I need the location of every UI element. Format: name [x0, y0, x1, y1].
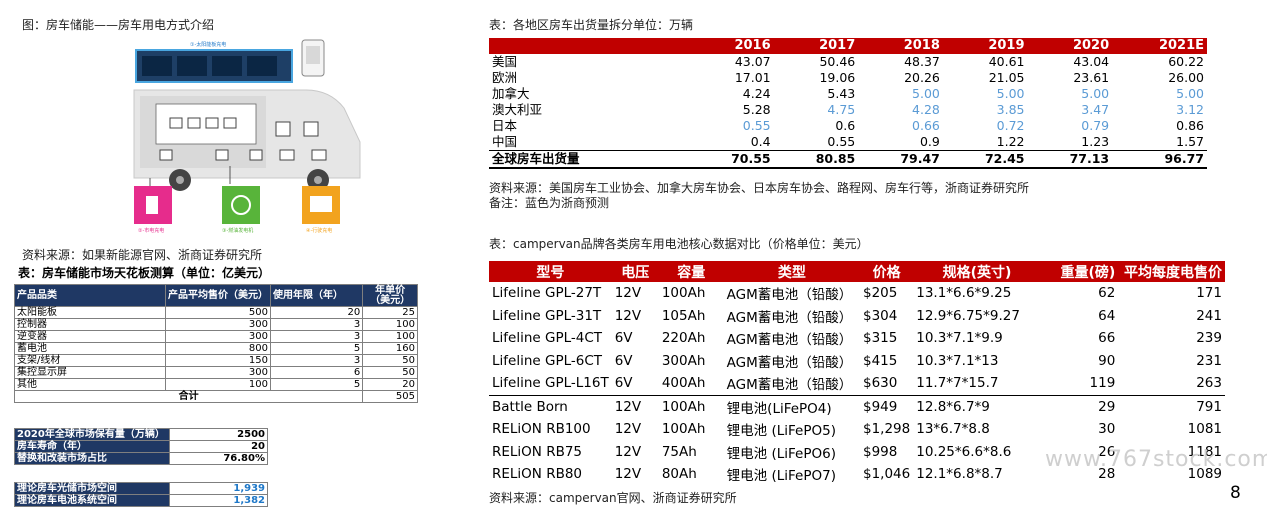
year-2019: 2019: [942, 38, 1028, 54]
diagram-source: 资料来源：如果新能源官网、浙商证券研究所: [22, 248, 263, 262]
shipment-note: 备注：蓝色为浙商预测: [489, 196, 610, 210]
header-weight: 重量(磅): [1040, 261, 1119, 282]
watermark: www.767stock.com: [1045, 447, 1267, 472]
table-row: Lifeline GPL-31T 12V 105Ah AGM蓄电池（铅酸） $304 12…: [492, 307, 1222, 326]
header-years: 使用年限（年）: [269, 284, 364, 307]
space-table: 理论房车光储市场空间 1,939 理论房车电池系统空间 1,382: [14, 482, 269, 507]
year-2016: 2016: [689, 38, 774, 54]
diagram-caption: 图：房车储能——房车用电方式介绍: [22, 18, 215, 32]
year-2017: 2017: [773, 38, 859, 54]
table-row: 其他 100 5 20: [14, 378, 418, 391]
ceiling-table-title: 表：房车储能市场天花板测算（单位：亿美元）: [18, 266, 271, 280]
table-row: 美国 43.07 50.46 48.37 40.61 43.04 60.22: [492, 54, 1204, 69]
header-price-per-kwh: 平均每度电售价: [1118, 261, 1225, 282]
header-avg-price: 产品平均售价（美元）: [164, 284, 271, 307]
year-2021e: 2021E: [1112, 38, 1207, 54]
market-table: 2020年全球市场保有量（万辆） 2500 房车寿命（年） 20 替换和改装市场占比…: [14, 428, 269, 465]
table-row: 欧洲 17.01 19.06 20.26 21.05 23.61 26.00: [492, 70, 1204, 85]
header-category: 产品品类: [14, 284, 166, 307]
ceiling-table: 产品品类 产品平均售价（美元） 使用年限（年） 年单价（美元） 太阳能板 500 2…: [13, 284, 418, 403]
shipment-title: 表：各地区房车出货量拆分单位：万辆: [489, 18, 694, 32]
table-row: Lifeline GPL-L16T 6V 400Ah AGM蓄电池（铅酸） $630 11…: [489, 372, 1225, 396]
year-2018: 2018: [858, 38, 943, 54]
generator-icon: [222, 186, 260, 224]
table-row: Lifeline GPL-6CT 6V 300Ah AGM蓄电池（铅酸） $415 10.…: [492, 352, 1222, 371]
grid-label: ②-市电充电: [138, 227, 164, 234]
generator-label: ③-燃油发电机: [222, 227, 253, 234]
table-total-row: 合计 505: [13, 390, 418, 403]
header-voltage: 电压: [611, 261, 659, 282]
table-row: 加拿大 4.24 5.43 5.00 5.00 5.00 5.00: [492, 86, 1204, 101]
shipment-total-row: 全球房车出货量 70.55 80.85 79.47 72.45 77.13 96…: [489, 150, 1207, 169]
page-number: 8: [1230, 483, 1241, 503]
rv-power-diagram: ①-太阳能板充电 ②-市电充电 ③-燃油发电机 ④-行驶充电: [133, 39, 361, 234]
table-row: 逆变器 300 3 100: [14, 330, 418, 343]
table-row: 澳大利亚 5.28 4.75 4.28 3.85 3.47 3.12: [492, 102, 1204, 117]
header-size: 规格(英寸): [913, 261, 1041, 282]
shipment-table: 2016 2017 2018 2019 2020 2021E 美国 43.07 50…: [489, 38, 1207, 169]
table-row: Battle Born 12V 100Ah 锂电池(LiFePO4) $949 12.8*…: [492, 398, 1222, 417]
market-row: 房车寿命（年） 20: [14, 440, 269, 453]
driving-label: ④-行驶充电: [306, 227, 332, 234]
market-row: 2020年全球市场保有量（万辆） 2500: [14, 428, 269, 441]
market-row: 替换和改装市场占比 76.80%: [14, 452, 269, 465]
year-2020: 2020: [1027, 38, 1113, 54]
battery-source: 资料来源：campervan官网、浙商证券研究所: [489, 491, 737, 505]
table-row: 控制器 300 3 100: [14, 318, 418, 331]
table-row: RELiON RB100 12V 100Ah 锂电池 (LiFePO5) $1,298 1…: [492, 421, 1222, 440]
header-price: 价格: [860, 261, 914, 282]
header-type: 类型: [723, 261, 860, 282]
table-row: Lifeline GPL-4CT 6V 220Ah AGM蓄电池（铅酸） $315 10.…: [492, 330, 1222, 349]
table-row: 支架/线材 150 3 50: [14, 354, 418, 367]
table-row: 蓄电池 800 5 160: [14, 342, 418, 355]
header-annual-price: 年单价（美元）: [362, 284, 418, 307]
space-row: 理论房车光储市场空间 1,939: [14, 482, 269, 495]
shipment-header-row: 2016 2017 2018 2019 2020 2021E: [489, 38, 1207, 54]
table-row: 集控显示屏 300 6 50: [14, 366, 418, 379]
header-model: 型号: [489, 261, 612, 282]
table-row: 日本 0.55 0.6 0.66 0.72 0.79 0.86: [492, 118, 1204, 133]
table-row: 中国 0.4 0.55 0.9 1.22 1.23 1.57: [492, 134, 1204, 149]
header-capacity: 容量: [658, 261, 724, 282]
battery-title: 表：campervan品牌各类房车用电池核心数据对比（价格单位：美元）: [489, 237, 869, 251]
space-row: 理论房车电池系统空间 1,382: [14, 494, 269, 507]
table-row: 太阳能板 500 20 25: [14, 306, 418, 319]
ceiling-table-header: 产品品类 产品平均售价（美元） 使用年限（年） 年单价（美元）: [14, 284, 418, 307]
solar-label: ①-太阳能板充电: [190, 41, 226, 48]
table-row: Lifeline GPL-27T 12V 100Ah AGM蓄电池（铅酸） $205 13…: [492, 285, 1222, 304]
battery-header-row: 型号 电压 容量 类型 价格 规格(英寸) 重量(磅) 平均每度电售价: [489, 261, 1225, 282]
